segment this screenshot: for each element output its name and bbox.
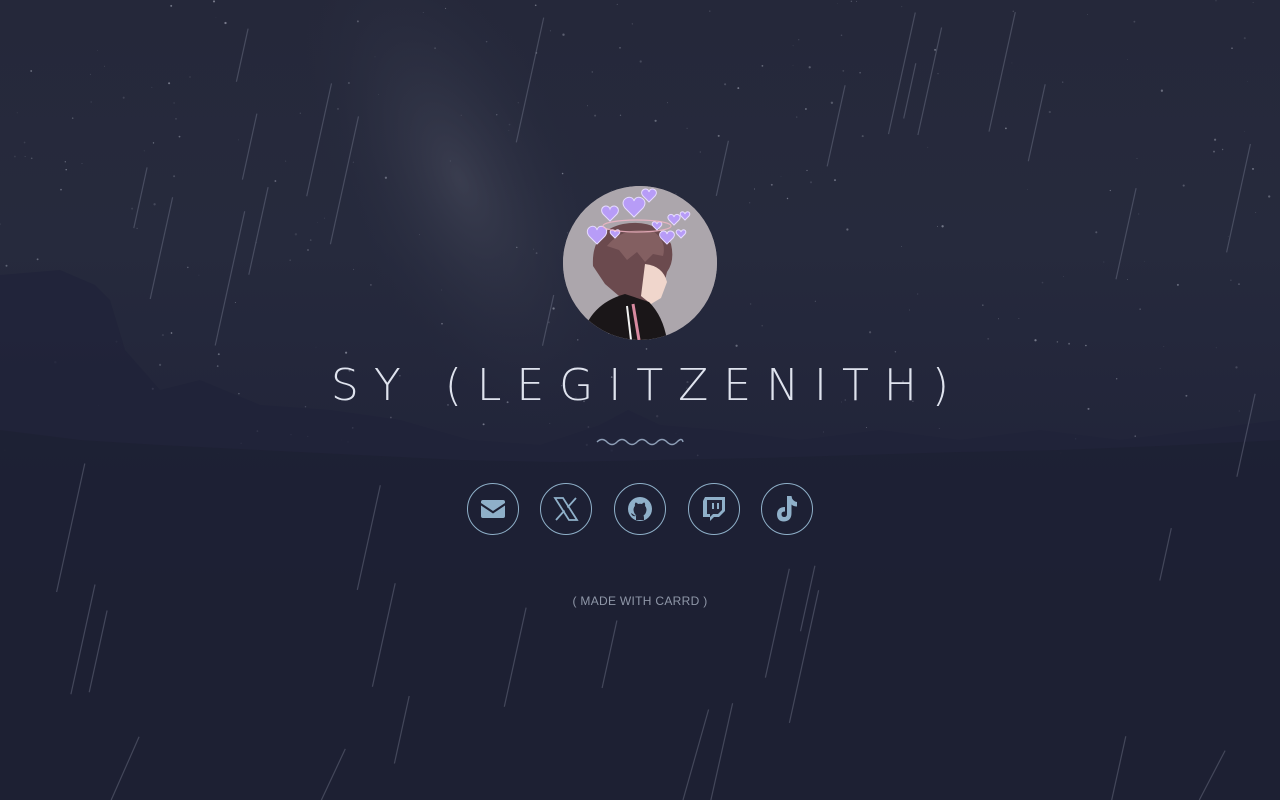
x-button[interactable] <box>540 483 592 535</box>
tiktok-button[interactable] <box>761 483 813 535</box>
github-icon <box>628 497 652 521</box>
twitch-icon <box>703 497 725 521</box>
made-with-carrd-link[interactable]: ( MADE WITH CARRD ) <box>0 594 1280 608</box>
avatar-illustration <box>563 186 717 340</box>
page-title: SY (LEGITZENITH) <box>330 360 965 411</box>
wave-divider <box>596 438 684 446</box>
twitch-button[interactable] <box>688 483 740 535</box>
github-button[interactable] <box>614 483 666 535</box>
social-links <box>467 483 813 535</box>
x-logo-icon <box>553 497 579 521</box>
envelope-icon <box>481 500 505 518</box>
email-button[interactable] <box>467 483 519 535</box>
avatar <box>563 186 717 340</box>
tiktok-icon <box>777 496 797 522</box>
